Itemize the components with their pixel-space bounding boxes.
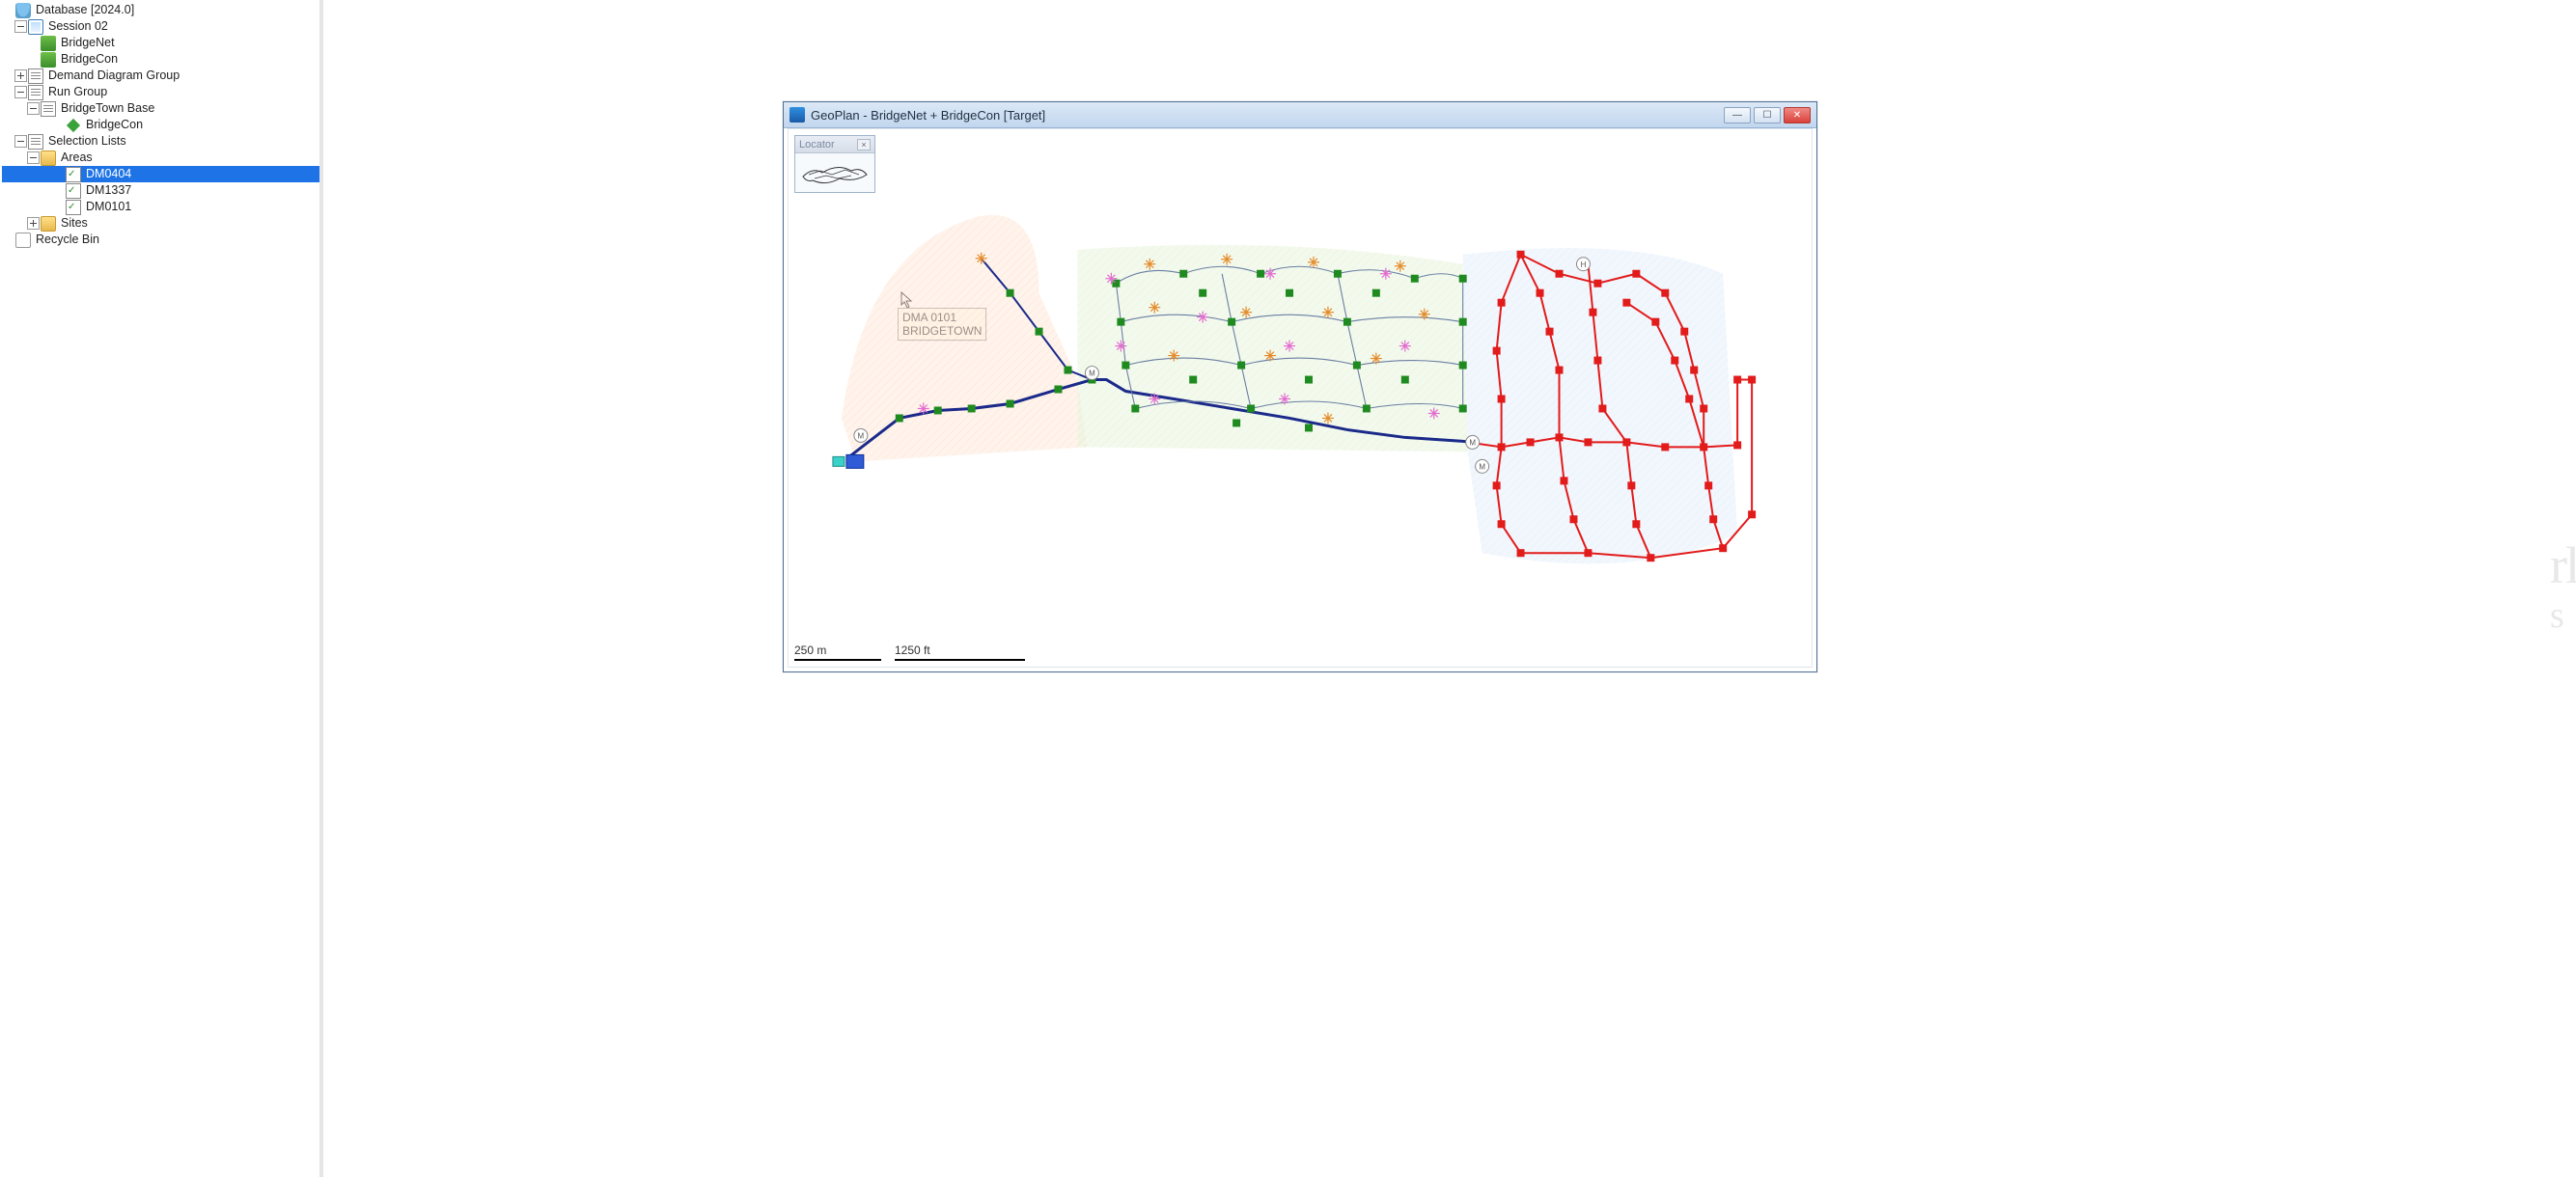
tree-node-sites[interactable]: Sites <box>2 215 319 232</box>
tree-label: BridgeNet <box>59 35 117 51</box>
tree-label: Demand Diagram Group <box>46 68 181 84</box>
expander-none <box>52 184 65 197</box>
group-icon <box>28 85 43 100</box>
selection-icon <box>66 167 81 182</box>
expander-expand[interactable] <box>27 217 40 230</box>
geoplan-titlebar[interactable]: GeoPlan - BridgeNet + BridgeCon [Target]… <box>784 102 1816 128</box>
database-icon <box>15 3 31 18</box>
selection-icon <box>66 183 81 199</box>
tree-label: Session 02 <box>46 18 110 35</box>
tree-label: Database [2024.0] <box>34 2 136 18</box>
scale-metric-line <box>794 659 881 661</box>
tree-label: Run Group <box>46 84 109 100</box>
network-icon <box>41 52 56 68</box>
expander-none <box>2 4 14 16</box>
selection-icon <box>66 200 81 215</box>
expander-none <box>52 201 65 213</box>
maximize-button[interactable]: ☐ <box>1754 107 1781 123</box>
tree-label: DM0404 <box>84 166 133 182</box>
tree-node-recycle-bin[interactable]: Recycle Bin <box>2 232 319 248</box>
tree-label: Sites <box>59 215 90 232</box>
expander-expand[interactable] <box>14 69 27 82</box>
geoplan-app-icon <box>789 107 805 123</box>
minimize-button[interactable]: — <box>1724 107 1751 123</box>
tree-node-dm1337[interactable]: DM1337 <box>2 182 319 199</box>
scale-bar: 250 m 1250 ft <box>794 640 1025 661</box>
tree-node-areas[interactable]: Areas <box>2 150 319 166</box>
expander-collapse[interactable] <box>27 151 40 164</box>
tree-node-run-group[interactable]: Run Group <box>2 84 319 100</box>
folder-icon <box>41 216 56 232</box>
geoplan-window[interactable]: GeoPlan - BridgeNet + BridgeCon [Target]… <box>783 101 1817 672</box>
database-tree-panel[interactable]: Database [2024.0] Session 02 BridgeNet B… <box>0 0 323 1177</box>
expander-collapse[interactable] <box>27 102 40 115</box>
scale-imperial-label: 1250 ft <box>895 643 1025 657</box>
diamond-icon <box>66 118 81 133</box>
expander-none <box>52 168 65 180</box>
expander-none <box>52 119 65 131</box>
tree-node-dm0101[interactable]: DM0101 <box>2 199 319 215</box>
group-icon <box>28 68 43 84</box>
expander-collapse[interactable] <box>14 135 27 148</box>
expander-none <box>27 53 40 66</box>
network-map-svg[interactable]: M H <box>789 129 1812 667</box>
content-area: rls GeoPlan - BridgeNet + BridgeCon [Tar… <box>323 0 2576 1177</box>
session-icon <box>28 19 43 35</box>
tree-label: Selection Lists <box>46 133 128 150</box>
expander-none <box>2 233 14 246</box>
map-canvas[interactable]: Locator × DMA 010 <box>788 128 1813 668</box>
selection-lists-icon <box>28 134 43 150</box>
tree-node-database-root[interactable]: Database [2024.0] <box>2 2 319 18</box>
expander-collapse[interactable] <box>14 86 27 98</box>
close-button[interactable]: ✕ <box>1784 107 1811 123</box>
tree-node-bridgecon-child[interactable]: BridgeCon <box>2 117 319 133</box>
tree-label: BridgeCon <box>59 51 120 68</box>
run-icon <box>41 101 56 117</box>
tree-label: BridgeCon <box>84 117 145 133</box>
tree-label: Areas <box>59 150 95 166</box>
window-buttons: — ☐ ✕ <box>1724 107 1811 123</box>
tree-label: BridgeTown Base <box>59 100 156 117</box>
expander-none <box>27 37 40 49</box>
tree-node-dm0404[interactable]: DM0404 <box>2 166 319 182</box>
tree-label: Recycle Bin <box>34 232 101 248</box>
database-tree[interactable]: Database [2024.0] Session 02 BridgeNet B… <box>0 0 319 248</box>
tree-node-bridgenet[interactable]: BridgeNet <box>2 35 319 51</box>
tree-node-session[interactable]: Session 02 <box>2 18 319 35</box>
expander-collapse[interactable] <box>14 20 27 33</box>
tree-node-selection-lists[interactable]: Selection Lists <box>2 133 319 150</box>
folder-icon <box>41 151 56 166</box>
tree-label: DM1337 <box>84 182 133 199</box>
watermark-fragment: rls <box>2550 544 2576 633</box>
network-icon <box>41 36 56 51</box>
scale-metric-label: 250 m <box>794 643 881 657</box>
tree-node-demand-diagram-group[interactable]: Demand Diagram Group <box>2 68 319 84</box>
recycle-bin-icon <box>15 233 31 248</box>
geoplan-title: GeoPlan - BridgeNet + BridgeCon [Target] <box>811 108 1718 123</box>
tree-node-bridgetown-base[interactable]: BridgeTown Base <box>2 100 319 117</box>
scale-imperial-line <box>895 659 1025 661</box>
tree-node-bridgecon[interactable]: BridgeCon <box>2 51 319 68</box>
tree-label: DM0101 <box>84 199 133 215</box>
